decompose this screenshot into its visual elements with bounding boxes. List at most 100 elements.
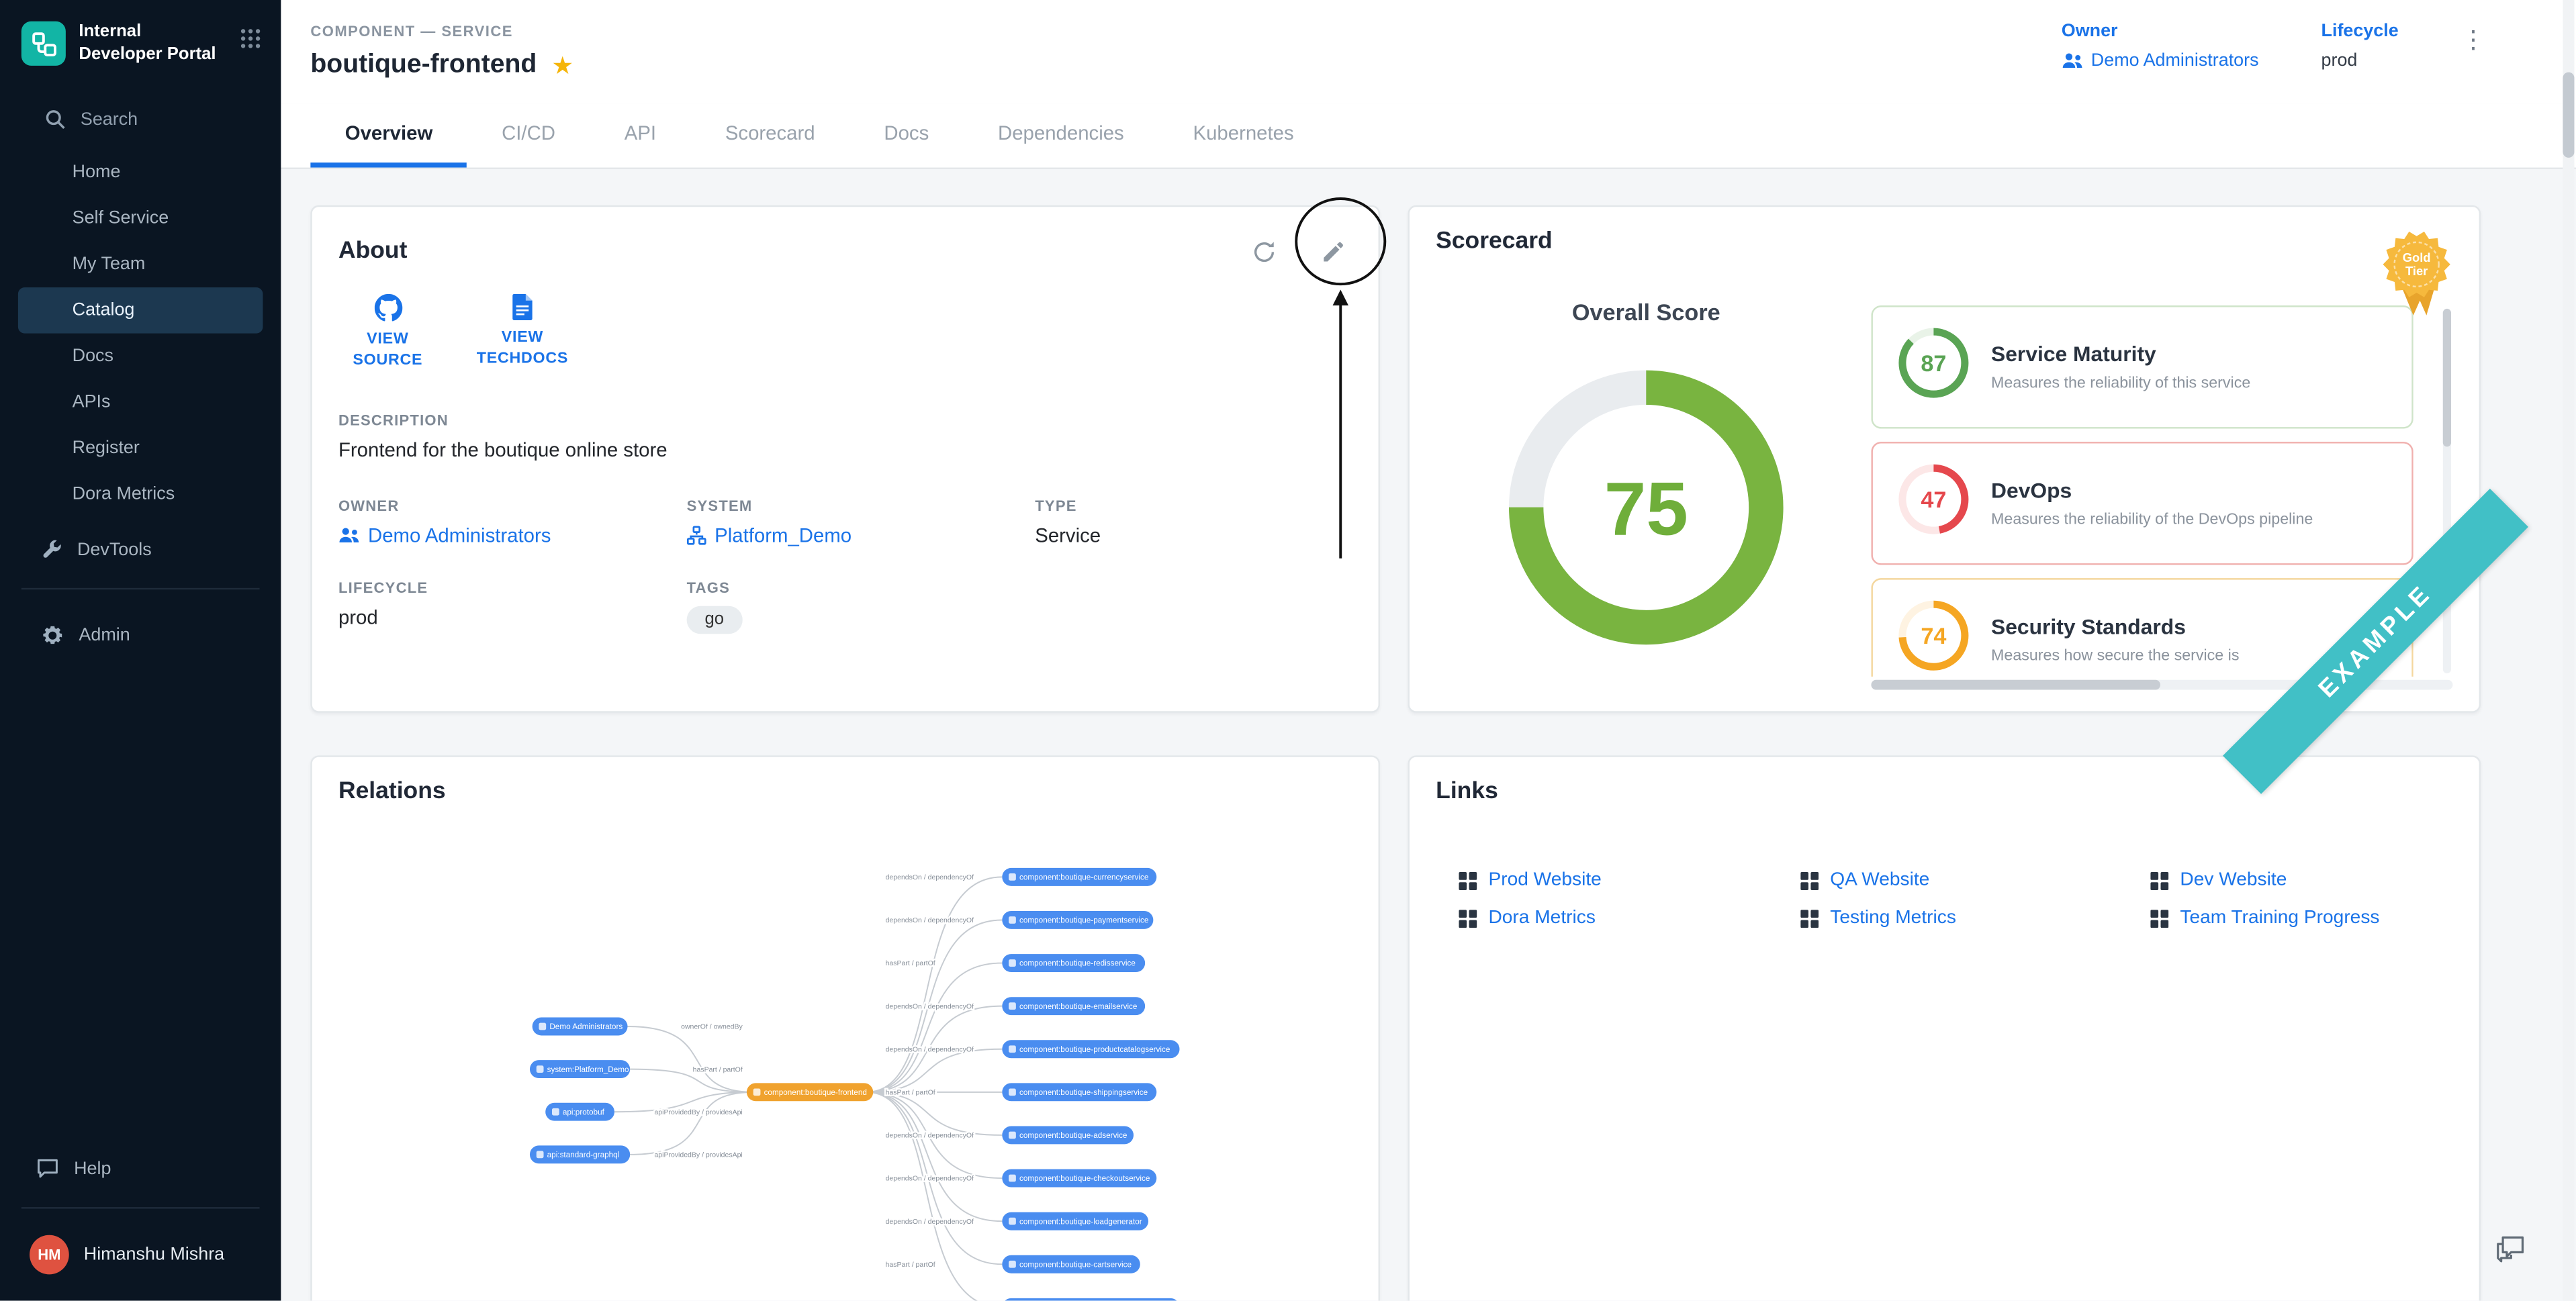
owner-link[interactable]: Demo Administrators [2062, 51, 2259, 70]
relation-node-component-boutique-emailservice[interactable]: component:boutique-emailservice [1002, 997, 1145, 1015]
relation-edge-label: hasPart / partOf [886, 1261, 935, 1269]
sidebar-item-help[interactable]: Help [0, 1143, 281, 1194]
sidebar-item-catalog[interactable]: Catalog [18, 288, 263, 334]
system-link[interactable]: Platform_Demo [687, 523, 1036, 546]
sidebar-item-register[interactable]: Register [18, 426, 263, 471]
relation-node-demo-administrators[interactable]: Demo Administrators [533, 1018, 628, 1036]
app-logo[interactable] [21, 21, 66, 66]
description-label: DESCRIPTION [338, 412, 1352, 428]
tab-overview[interactable]: Overview [310, 103, 467, 167]
relation-node-component-boutique-frontend[interactable]: component:boutique-frontend [747, 1083, 873, 1101]
svg-text:api:protobuf: api:protobuf [563, 1108, 605, 1116]
tab-ci-cd[interactable]: CI/CD [467, 103, 590, 167]
about-field-owner: OWNER Demo Administrators [338, 497, 687, 546]
sidebar-item-home[interactable]: Home [18, 150, 263, 195]
link-dev-website[interactable]: Dev Website [2150, 871, 2452, 890]
view-techdocs-button[interactable]: VIEW TECHDOCS [473, 294, 572, 373]
more-menu-icon[interactable]: ⋮ [2461, 28, 2486, 53]
about-card: About VIEW SOURCE [310, 205, 1380, 713]
lifecycle-meta: Lifecycle prod [2321, 21, 2399, 70]
svg-text:component:boutique-emailservic: component:boutique-emailservice [1019, 1002, 1137, 1011]
chat-bubble-icon[interactable] [2495, 1235, 2525, 1271]
sidebar-search[interactable]: Search [0, 93, 281, 147]
tab-scorecard[interactable]: Scorecard [690, 103, 849, 167]
tab-api[interactable]: API [590, 103, 690, 167]
svg-text:87: 87 [1921, 351, 1946, 377]
link-prod-website[interactable]: Prod Website [1459, 871, 1800, 890]
relation-edge-label: dependsOn / dependencyOf [886, 1175, 974, 1183]
sidebar-item-devtools[interactable]: DevTools [0, 524, 281, 575]
scorecard-item-devops[interactable]: 47DevOpsMeasures the reliability of the … [1871, 442, 2413, 565]
user-menu[interactable]: HM Himanshu Mishra [0, 1222, 281, 1288]
edit-button[interactable] [1309, 228, 1355, 274]
scorecard-item-service-maturity[interactable]: 87Service MaturityMeasures the reliabili… [1871, 305, 2413, 428]
link-qa-website[interactable]: QA Website [1800, 871, 2150, 890]
relation-node-component-boutique-currencyservice[interactable]: component:boutique-currencyservice [1002, 868, 1156, 886]
tab-kubernetes[interactable]: Kubernetes [1158, 103, 1328, 167]
links-title: Links [1436, 779, 1498, 805]
relation-node-component-boutique-shippingservice[interactable]: component:boutique-shippingservice [1002, 1083, 1156, 1101]
relation-edge-label: dependsOn / dependencyOf [886, 1045, 974, 1053]
relation-edge-label: dependsOn / dependencyOf [886, 873, 974, 881]
svg-text:Gold: Gold [2403, 250, 2431, 264]
sidebar-item-docs[interactable]: Docs [18, 334, 263, 379]
relation-node-api-protobuf[interactable]: api:protobuf [545, 1103, 614, 1121]
svg-text:component:boutique-frontend: component:boutique-frontend [764, 1088, 867, 1097]
relation-edge-label: dependsOn / dependencyOf [886, 1002, 974, 1010]
relation-edge-label: apiProvidedBy / providesApi [654, 1151, 742, 1159]
grid-icon [1800, 909, 1819, 927]
relation-node-component-boutique-cartservice[interactable]: component:boutique-cartservice [1002, 1255, 1140, 1273]
tab-dependencies[interactable]: Dependencies [964, 103, 1158, 167]
sidebar-divider [21, 1207, 260, 1208]
link-testing-metrics[interactable]: Testing Metrics [1800, 908, 2150, 928]
relation-node-component-boutique-paymentservice[interactable]: component:boutique-paymentservice [1002, 911, 1153, 929]
relation-edge-label: apiProvidedBy / providesApi [654, 1108, 742, 1116]
view-source-label: VIEW SOURCE [338, 330, 437, 373]
refresh-button[interactable] [1240, 228, 1286, 274]
link-team-training-progress[interactable]: Team Training Progress [2150, 908, 2452, 928]
description-value: Frontend for the boutique online store [338, 438, 1352, 461]
sidebar-item-apis[interactable]: APIs [18, 380, 263, 426]
sidebar-item-self-service[interactable]: Self Service [18, 196, 263, 242]
svg-text:component:boutique-shippingser: component:boutique-shippingservice [1019, 1088, 1148, 1097]
people-icon [338, 526, 360, 542]
relation-node-component-boutique-productcatalogservice[interactable]: component:boutique-productcatalogservice [1002, 1040, 1179, 1058]
owner-value: Demo Administrators [2091, 51, 2259, 70]
sidebar-item-dora-metrics[interactable]: Dora Metrics [18, 472, 263, 518]
svg-text:component:boutique-loadgenerat: component:boutique-loadgenerator [1019, 1217, 1142, 1226]
relation-node-component-boutique-redisservice[interactable]: component:boutique-redisservice [1002, 954, 1145, 972]
favorite-star-icon[interactable]: ★ [551, 54, 573, 79]
scorecard-vertical-scrollbar[interactable] [2443, 309, 2451, 673]
relation-node-component-boutique-loadgenerator[interactable]: component:boutique-loadgenerator [1002, 1212, 1148, 1231]
relation-node-component-boutique-recommendationservice[interactable]: component:boutique-recommendationservice [1002, 1298, 1179, 1301]
score-description: Measures the reliability of the DevOps p… [1991, 511, 2313, 529]
svg-text:component:boutique-currencyser: component:boutique-currencyservice [1019, 873, 1148, 882]
app-viewport: Internal Developer Portal Search HomeSel… [0, 0, 2576, 1301]
app-title: Internal Developer Portal [79, 21, 226, 66]
sidebar-item-my-team[interactable]: My Team [18, 242, 263, 287]
apps-grid-icon[interactable] [240, 28, 261, 58]
tag-chip-go[interactable]: go [687, 606, 742, 634]
link-dora-metrics[interactable]: Dora Metrics [1459, 908, 1800, 928]
svg-text:component:boutique-paymentserv: component:boutique-paymentservice [1019, 916, 1148, 925]
owner-link[interactable]: Demo Administrators [338, 523, 687, 546]
score-name: Service Maturity [1991, 342, 2250, 367]
wrench-icon [41, 539, 62, 561]
svg-text:component:boutique-productcata: component:boutique-productcatalogservice [1019, 1045, 1170, 1054]
refresh-icon [1251, 239, 1276, 264]
sidebar-item-admin[interactable]: Admin [0, 610, 281, 662]
tab-docs[interactable]: Docs [849, 103, 964, 167]
main-area: COMPONENT — SERVICE boutique-frontend ★ … [281, 0, 2576, 1301]
user-name: Himanshu Mishra [84, 1245, 224, 1264]
view-source-button[interactable]: VIEW SOURCE [338, 294, 437, 373]
relation-node-api-standard-graphql[interactable]: api:standard-graphql [530, 1145, 630, 1163]
help-label: Help [74, 1159, 111, 1178]
sidebar-header: Internal Developer Portal [0, 0, 281, 79]
page-scrollbar[interactable] [2563, 0, 2574, 1301]
scorecard-title: Scorecard [1436, 228, 1553, 254]
relation-node-component-boutique-checkoutservice[interactable]: component:boutique-checkoutservice [1002, 1169, 1156, 1188]
owner-label: Owner [2062, 21, 2259, 41]
relation-node-component-boutique-adservice[interactable]: component:boutique-adservice [1002, 1126, 1134, 1144]
relation-node-system-platform-demo[interactable]: system:Platform_Demo [530, 1060, 630, 1078]
github-icon [374, 294, 402, 322]
